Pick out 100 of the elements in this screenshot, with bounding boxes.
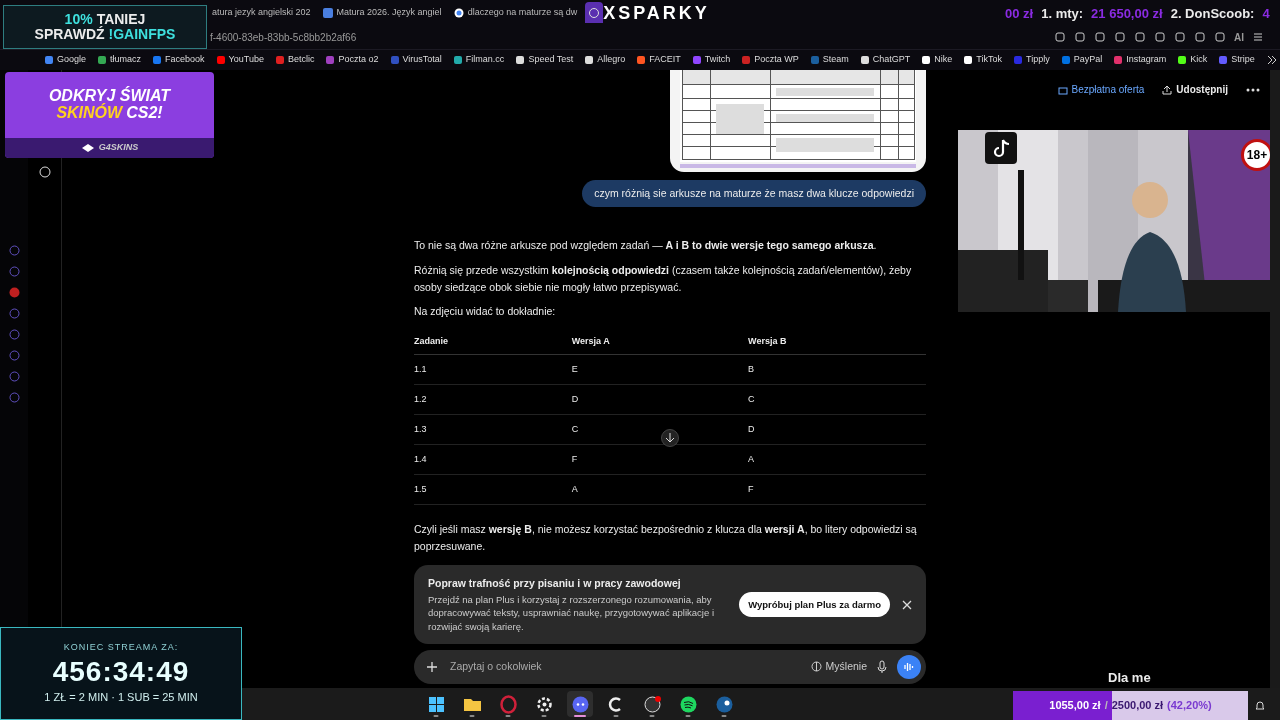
bookmark[interactable]: tłumacz — [98, 53, 142, 67]
bookmark[interactable]: Twitch — [692, 53, 731, 67]
table-cell: B — [748, 354, 926, 385]
tiktok-icon — [985, 132, 1017, 164]
ad-headline: SKINÓW — [56, 105, 123, 122]
leaderboard-name: 2. DonScoob: — [1170, 5, 1255, 23]
scroll-down-icon[interactable] — [661, 428, 679, 447]
goal-target: 2500,00 zł — [1111, 698, 1164, 714]
toolbar-icon[interactable] — [1094, 31, 1106, 43]
browser-tab[interactable]: Matura 2026. Język angiel — [318, 2, 446, 23]
caption-text: Dla me — [1108, 669, 1151, 687]
bookmark[interactable]: VirusTotal — [390, 53, 442, 67]
browser-tab[interactable] — [585, 2, 604, 23]
browser-tab[interactable]: dlaczego na maturze są dw — [449, 2, 582, 23]
share-button[interactable]: Udostępnij — [1162, 82, 1228, 97]
column-header: Wersja B — [748, 327, 926, 355]
leaderboard-amount: 00 zł — [1005, 5, 1034, 23]
bookmark[interactable]: Stripe — [1219, 53, 1255, 67]
bookmark[interactable]: Kick — [1178, 53, 1208, 67]
promo-text: TANIEJ — [96, 12, 146, 27]
promo-code: !GAINFPS — [108, 27, 176, 42]
table-cell: D — [748, 414, 926, 445]
bookmark[interactable]: Allegro — [585, 53, 626, 67]
scrollbar[interactable] — [1270, 70, 1280, 688]
bookmark[interactable]: Facebook — [153, 53, 205, 67]
goal-separator: / — [1104, 698, 1108, 714]
bookmark[interactable]: FACEIT — [637, 53, 681, 67]
bookmark[interactable]: Speed Test — [516, 53, 574, 67]
table-cell: 1.1 — [414, 354, 572, 385]
close-icon[interactable] — [902, 599, 912, 610]
chevrons-icon[interactable] — [1266, 55, 1277, 65]
bookmark[interactable]: Steam — [810, 53, 849, 67]
stream-logo: XSPARKY — [603, 3, 710, 22]
menu-icon[interactable] — [1252, 31, 1264, 43]
app-icon — [497, 693, 519, 715]
toolbar-icon[interactable] — [1154, 31, 1166, 43]
share-icon — [1162, 84, 1173, 95]
toolbar-icon[interactable] — [1174, 31, 1186, 43]
promo-text: 10% — [64, 12, 93, 27]
user-message: czym różnią sie arkusze na maturze że masz dwa klucze odpowiedzi — [582, 180, 926, 208]
table-cell: 1.3 — [414, 414, 572, 445]
bookmark[interactable]: Tipply — [1014, 53, 1050, 67]
bookmark[interactable]: PayPal — [1061, 53, 1103, 67]
countdown-rules: 1 ZŁ = 2 MIN · 1 SUB = 25 MIN — [44, 690, 198, 706]
promo-text: SPRAWDŹ — [34, 27, 105, 42]
leaderboard-amount: 4 — [1262, 5, 1270, 23]
toolbar-icon[interactable] — [1194, 31, 1206, 43]
bookmark[interactable]: Nike — [922, 53, 953, 67]
bookmark[interactable]: Google — [45, 53, 87, 67]
table-cell: E — [571, 354, 749, 385]
table-cell: D — [571, 384, 749, 415]
answer-paragraph: Różnią się przede wszystkim kolejnością odpowiedzi (czasem także kolejnością zadań/elementów), żeby osoby siedzące obok siebie nie mogły łatwo przepisywać. — [414, 262, 913, 295]
bookmark[interactable]: Instagram — [1114, 53, 1167, 67]
bookmark[interactable]: Poczta WP — [742, 53, 799, 67]
toolbar-icon[interactable] — [1074, 31, 1086, 43]
offer-link[interactable]: Bezpłatna oferta — [1057, 82, 1145, 97]
answer-paragraph: To nie są dwa różne arkusze pod względem zadań — A i B to dwie wersje tego samego arkusza. — [414, 238, 878, 254]
message-field[interactable]: Zapytaj o cokolwiek Myślenie — [414, 649, 926, 684]
answer-paragraph: Na zdjęciu widać to dokładnie: — [414, 304, 557, 320]
toolbar-icon[interactable] — [1134, 31, 1146, 43]
tab-icon — [589, 7, 600, 18]
answer-paragraph: Czyli jeśli masz wersję B, nie możesz korzystać bezpośrednio z klucza dla wersji A, bo litery odpowiedzi są poprzesuwane. — [414, 521, 918, 554]
goal-percent: (42,20%) — [1167, 698, 1212, 714]
bookmark[interactable]: Filman.cc — [453, 53, 505, 67]
bookmark[interactable]: TikTok — [964, 53, 1003, 67]
column-header: Wersja A — [571, 327, 749, 355]
countdown-title: KONIEC STREAMA ZA: — [63, 641, 179, 655]
leaderboard-name: 1. mty: — [1041, 5, 1084, 23]
taskbar-app[interactable] — [567, 691, 593, 717]
toolbar-icon[interactable] — [1114, 31, 1126, 43]
browser-tab[interactable]: atura jezyk angielski 202 — [208, 2, 315, 23]
brand-name: G4SKINS — [98, 141, 139, 155]
more-icon[interactable] — [1246, 87, 1260, 92]
notification-icon[interactable] — [1254, 699, 1266, 711]
microphone-icon[interactable] — [877, 659, 887, 674]
message-input[interactable]: Zapytaj o cokolwiek — [448, 657, 801, 677]
tab-icon — [322, 7, 333, 18]
table-cell: C — [748, 384, 926, 415]
column-header: Zadanie — [414, 327, 572, 355]
try-plus-button[interactable]: Wypróbuj plan Plus za darmo — [739, 591, 890, 618]
app-icon — [641, 693, 663, 715]
address-text[interactable]: f-4600-83eb-83bb-5c8bb2b2af66 — [210, 29, 357, 45]
goal-current: 1055,00 zł — [1049, 698, 1101, 714]
bookmark[interactable]: Betclic — [275, 53, 315, 67]
toolbar-icon[interactable] — [1214, 31, 1226, 43]
bookmark[interactable]: YouTube — [216, 53, 264, 67]
sidebar-icon[interactable] — [8, 287, 20, 298]
voice-icon[interactable] — [897, 654, 921, 679]
bookmark[interactable]: ChatGPT — [860, 53, 911, 67]
brain-icon — [810, 661, 822, 673]
table-cell: 1.4 — [414, 444, 572, 475]
leaderboard-amount: 21 650,00 zł — [1091, 5, 1163, 23]
toolbar-icon[interactable] — [1054, 31, 1066, 43]
thinking-toggle[interactable]: Myślenie — [810, 658, 867, 676]
chat-bubble-icon[interactable] — [38, 166, 51, 178]
plus-icon[interactable] — [426, 660, 438, 673]
bookmark[interactable]: Poczta o2 — [326, 53, 379, 67]
table-cell: F — [748, 474, 926, 505]
ai-button[interactable]: AI — [1234, 29, 1244, 45]
table-cell: A — [571, 474, 749, 505]
